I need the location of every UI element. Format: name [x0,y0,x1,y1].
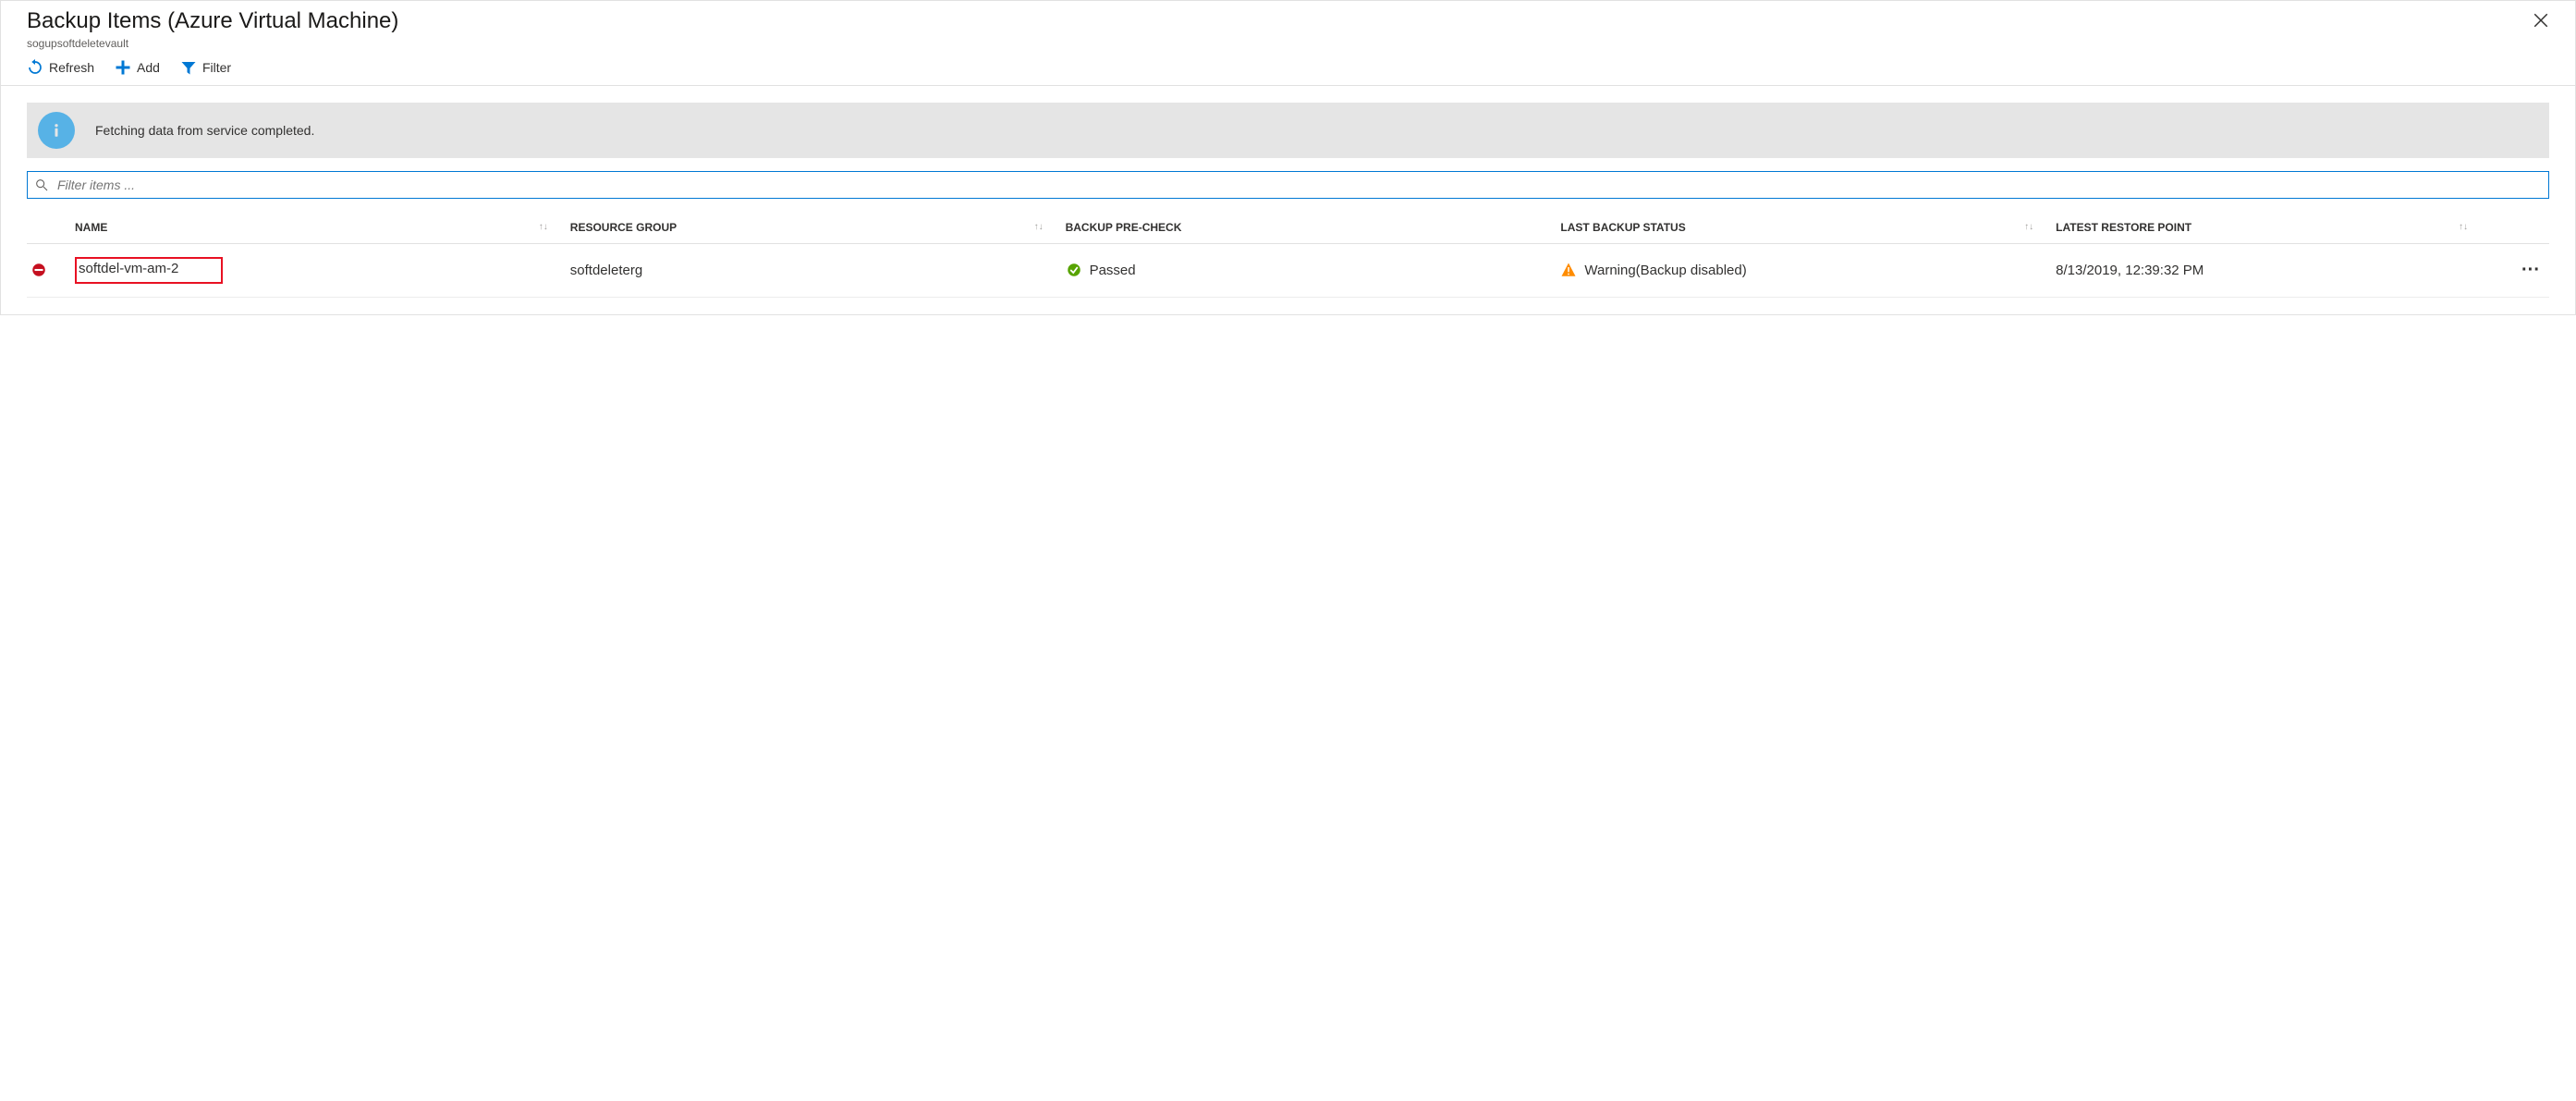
column-header-last-backup-status[interactable]: LAST BACKUP STATUS ↑↓ [1560,221,2048,234]
row-status-cell [31,262,67,278]
command-bar: Refresh Add Filter [1,55,2575,86]
column-header-rg-label: RESOURCE GROUP [570,221,677,234]
column-header-restore-label: LATEST RESTORE POINT [2056,221,2191,234]
filter-icon [180,59,197,76]
page-title: Backup Items (Azure Virtual Machine) [27,8,398,35]
row-name-cell[interactable]: softdel-vm-am-2 [75,257,563,284]
blade-content: Fetching data from service completed. NA… [1,86,2575,314]
column-header-name[interactable]: NAME ↑↓ [75,221,563,234]
sort-icon: ↑↓ [1034,222,1044,232]
backup-items-blade: Backup Items (Azure Virtual Machine) sog… [0,0,2576,315]
filter-label: Filter [202,60,231,75]
filter-items-input[interactable] [27,171,2549,199]
row-name-text: softdel-vm-am-2 [79,261,178,276]
sort-icon: ↑↓ [2024,222,2033,232]
info-message-text: Fetching data from service completed. [95,123,314,138]
title-block: Backup Items (Azure Virtual Machine) sog… [27,8,398,50]
close-icon [2533,12,2549,29]
filter-row [27,171,2549,199]
row-resource-group-cell: softdeleterg [570,263,1058,278]
info-icon [38,112,75,149]
table-row[interactable]: softdel-vm-am-2 softdeleterg Passed [27,244,2549,298]
refresh-label: Refresh [49,60,94,75]
row-name-highlight: softdel-vm-am-2 [75,257,223,284]
row-restore-point-cell: 8/13/2019, 12:39:32 PM [2056,263,2483,278]
backup-items-table: NAME ↑↓ RESOURCE GROUP ↑↓ BACKUP PRE-CHE… [27,212,2549,298]
filter-button[interactable]: Filter [180,59,231,76]
row-more-actions-button[interactable]: ··· [2490,260,2545,281]
row-precheck-cell: Passed [1066,262,1554,278]
row-rg-text: softdeleterg [570,263,642,278]
close-button[interactable] [2525,8,2557,36]
sort-icon: ↑↓ [2459,222,2468,232]
info-message-bar: Fetching data from service completed. [27,103,2549,158]
refresh-icon [27,59,43,76]
add-button[interactable]: Add [115,59,160,76]
column-header-status-label: LAST BACKUP STATUS [1560,221,1685,234]
column-header-backup-precheck[interactable]: BACKUP PRE-CHECK [1066,221,1554,234]
breadcrumb-subtitle: sogupsoftdeletevault [27,37,398,50]
row-status-text: Warning(Backup disabled) [1584,263,1746,278]
plus-icon [115,59,131,76]
stop-disabled-icon [31,262,47,278]
column-header-resource-group[interactable]: RESOURCE GROUP ↑↓ [570,221,1058,234]
table-header-row: NAME ↑↓ RESOURCE GROUP ↑↓ BACKUP PRE-CHE… [27,212,2549,244]
sort-icon: ↑↓ [539,222,548,232]
column-header-name-label: NAME [75,221,107,234]
search-icon [34,177,49,192]
row-status-cell: Warning(Backup disabled) [1560,262,2048,278]
add-label: Add [137,60,160,75]
column-header-precheck-label: BACKUP PRE-CHECK [1066,221,1182,234]
row-precheck-text: Passed [1090,263,1136,278]
warning-triangle-icon [1560,262,1577,278]
refresh-button[interactable]: Refresh [27,59,94,76]
row-restore-text: 8/13/2019, 12:39:32 PM [2056,263,2204,278]
checkmark-circle-icon [1066,262,1082,278]
blade-header: Backup Items (Azure Virtual Machine) sog… [1,1,2575,55]
column-header-latest-restore-point[interactable]: LATEST RESTORE POINT ↑↓ [2056,221,2483,234]
